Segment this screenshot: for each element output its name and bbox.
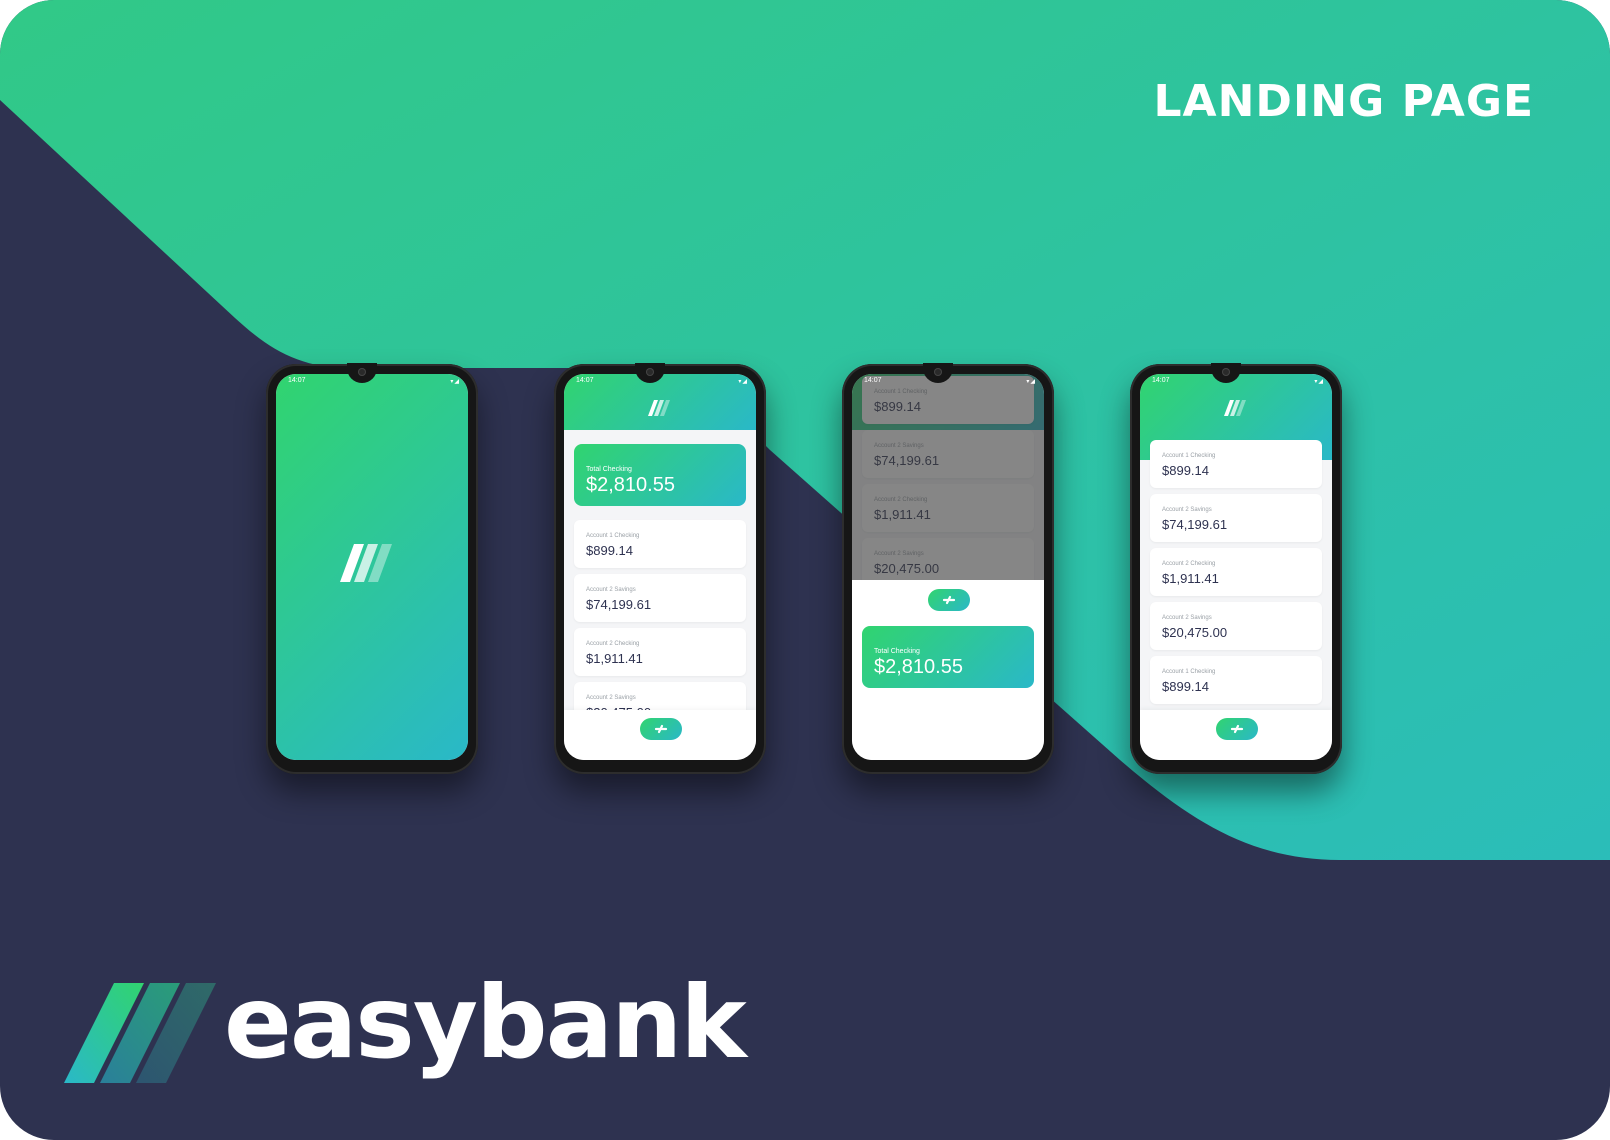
- brand-lockup: easybank: [64, 964, 784, 1085]
- phone-screen: Account 1 Checking $899.14 Account 2 Sav…: [1140, 374, 1332, 760]
- transfer-icon: [1230, 724, 1244, 734]
- account-label: Account 1 Checking: [1162, 669, 1216, 675]
- account-card[interactable]: Account 2 Savings $20,475.00: [1150, 602, 1322, 650]
- total-value: $2,810.55: [874, 656, 963, 678]
- status-time: 14:07: [864, 377, 882, 384]
- phone-screen: Account 1 Checking $899.14 Account 2 Sav…: [852, 374, 1044, 760]
- total-label: Total Checking: [586, 466, 632, 473]
- account-card[interactable]: Account 2 Savings $74,199.61: [1150, 494, 1322, 542]
- header-logo-icon: [648, 400, 670, 416]
- transfer-button[interactable]: [928, 589, 970, 611]
- brand-name: easybank: [224, 964, 747, 1081]
- account-label: Account 2 Checking: [586, 641, 640, 647]
- camera-icon: [934, 368, 942, 376]
- account-card[interactable]: Account 2 Checking $1,911.41: [574, 628, 746, 676]
- total-checking-card[interactable]: Total Checking $2,810.55: [574, 444, 746, 506]
- total-label: Total Checking: [874, 648, 920, 655]
- header-logo-icon: [1224, 400, 1246, 416]
- page-heading: LANDING PAGE: [1153, 76, 1534, 127]
- signal-icon: ▾◢: [738, 379, 748, 385]
- account-balance: $1,911.41: [586, 651, 643, 666]
- camera-icon: [358, 368, 366, 376]
- account-label: Account 2 Savings: [586, 587, 636, 593]
- signal-icon: ▾◢: [450, 379, 460, 385]
- signal-icon: ▾◢: [1026, 379, 1036, 385]
- account-label: Account 1 Checking: [586, 533, 640, 539]
- account-label: Account 2 Savings: [1162, 615, 1212, 621]
- signal-icon: ▾◢: [1314, 379, 1324, 385]
- account-balance: $20,475.00: [1162, 625, 1228, 640]
- camera-icon: [1222, 368, 1230, 376]
- transfer-icon: [942, 595, 956, 605]
- dim-overlay[interactable]: [852, 374, 1044, 580]
- status-time: 14:07: [1152, 377, 1170, 384]
- account-label: Account 2 Savings: [1162, 507, 1212, 513]
- account-label: Account 2 Checking: [1162, 561, 1216, 567]
- total-value: $2,810.55: [586, 474, 675, 496]
- phone-dashboard-expanded: Account 1 Checking $899.14 Account 2 Sav…: [842, 363, 1054, 774]
- account-card[interactable]: Account 2 Checking $1,911.41: [1150, 548, 1322, 596]
- total-sheet: Total Checking $2,810.55: [852, 580, 1044, 760]
- transfer-icon: [654, 724, 668, 734]
- phone-splash: 14:07 ▾◢: [266, 363, 478, 774]
- camera-icon: [646, 368, 654, 376]
- account-card[interactable]: Account 1 Checking $899.14: [574, 520, 746, 568]
- splash-logo-icon: [340, 544, 392, 582]
- status-time: 14:07: [288, 377, 306, 384]
- phone-screen: Total Checking $2,810.55 Account 1 Check…: [564, 374, 756, 760]
- splash-screen: [276, 374, 468, 760]
- account-balance: $899.14: [1162, 463, 1209, 478]
- account-balance: $74,199.61: [1162, 517, 1228, 532]
- phone-accounts: Account 1 Checking $899.14 Account 2 Sav…: [1130, 363, 1342, 774]
- account-balance: $899.14: [1162, 679, 1209, 694]
- bottom-bar: [564, 710, 756, 760]
- account-card[interactable]: Account 1 Checking $899.14: [1150, 440, 1322, 488]
- phone-dashboard: Total Checking $2,810.55 Account 1 Check…: [554, 363, 766, 774]
- phone-screen: 14:07 ▾◢: [276, 374, 468, 760]
- transfer-button[interactable]: [1216, 718, 1258, 740]
- account-balance: $899.14: [586, 543, 633, 558]
- brand-logo-icon: [64, 983, 216, 1083]
- account-balance: $1,911.41: [1162, 571, 1219, 586]
- bottom-bar: [1140, 710, 1332, 760]
- status-time: 14:07: [576, 377, 594, 384]
- account-balance: $74,199.61: [586, 597, 652, 612]
- canvas: LANDING PAGE 14:07 ▾◢ Total Checking $2,…: [0, 0, 1610, 1140]
- account-card[interactable]: Account 2 Savings $74,199.61: [574, 574, 746, 622]
- total-checking-card[interactable]: Total Checking $2,810.55: [862, 626, 1034, 688]
- transfer-button[interactable]: [640, 718, 682, 740]
- account-label: Account 2 Savings: [586, 695, 636, 701]
- account-label: Account 1 Checking: [1162, 453, 1216, 459]
- account-card[interactable]: Account 1 Checking $899.14: [1150, 656, 1322, 704]
